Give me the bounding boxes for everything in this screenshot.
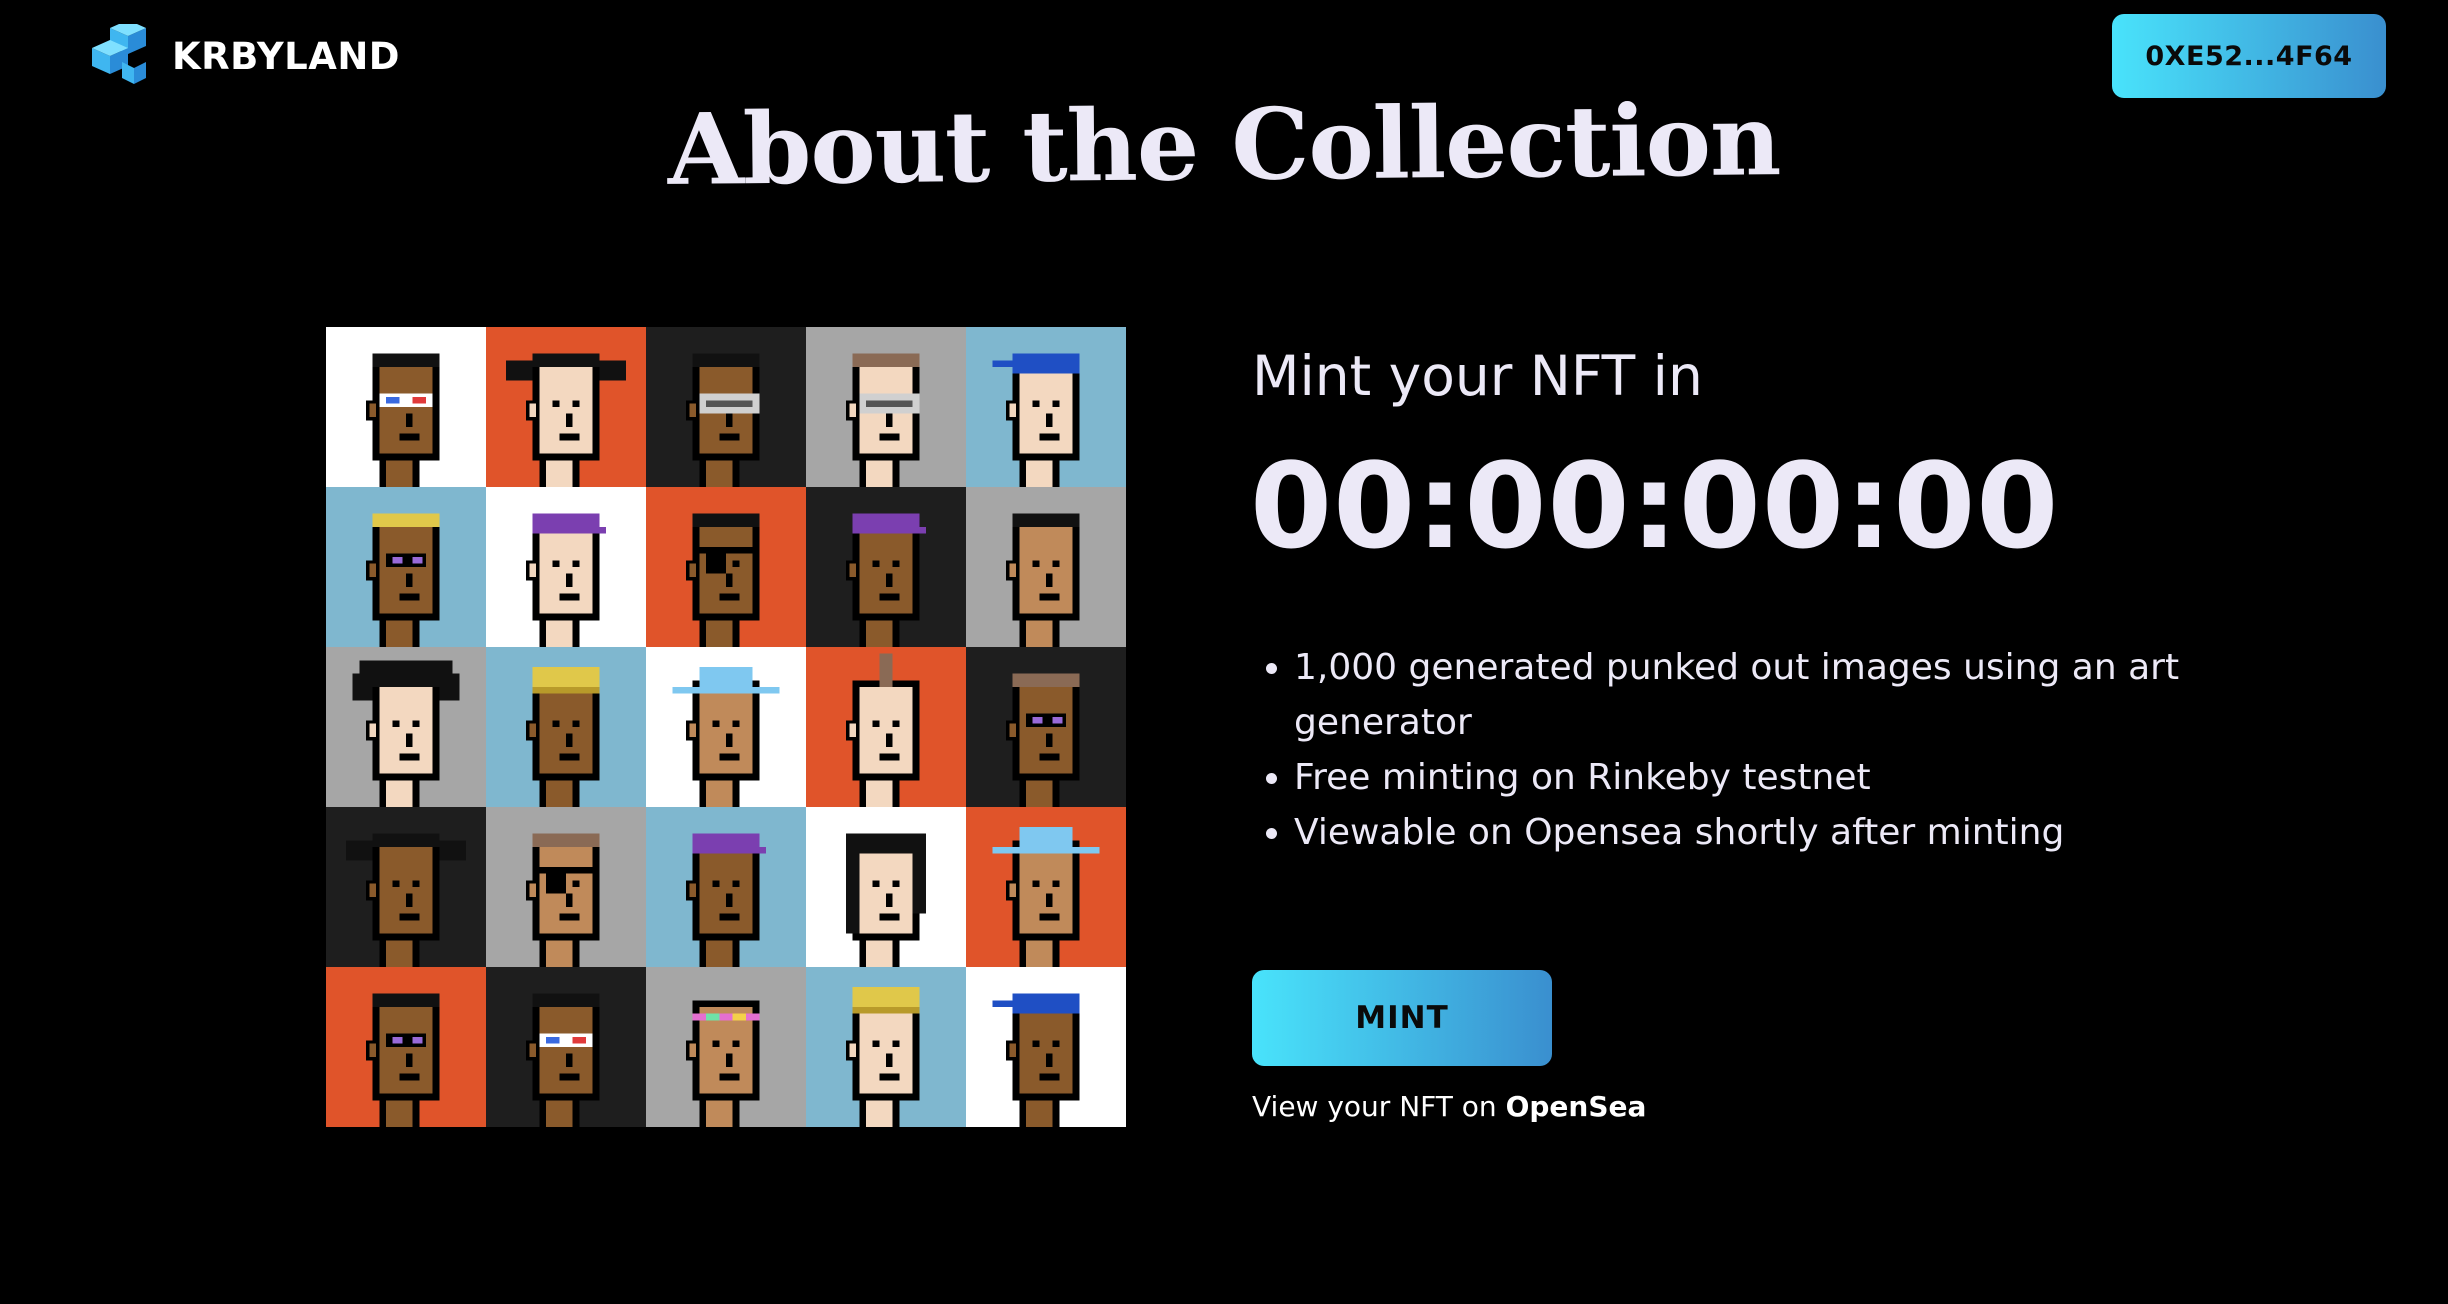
nft-avatar-tile	[646, 967, 806, 1127]
punk-avatar-image	[806, 327, 966, 487]
nft-avatar-tile	[646, 807, 806, 967]
nft-avatar-tile	[966, 967, 1126, 1127]
view-on-opensea: View your NFT on OpenSea	[1252, 1090, 1646, 1123]
punk-avatar-image	[326, 647, 486, 807]
punk-avatar-image	[326, 487, 486, 647]
feature-list: 1,000 generated punked out images using …	[1252, 640, 2214, 860]
feature-item: Free minting on Rinkeby testnet	[1294, 750, 2214, 805]
nft-avatar-tile	[966, 487, 1126, 647]
punk-avatar-image	[486, 807, 646, 967]
cube-logo-icon	[88, 24, 152, 88]
page-title: About the Collection	[667, 83, 1781, 208]
punk-avatar-image	[486, 327, 646, 487]
brand[interactable]: KRBYLAND	[88, 24, 400, 88]
punk-avatar-image	[646, 487, 806, 647]
nft-avatar-tile	[806, 487, 966, 647]
punk-avatar-image	[966, 487, 1126, 647]
nft-avatar-tile	[486, 487, 646, 647]
nft-avatar-tile	[486, 807, 646, 967]
countdown-timer: 00:00:00:00	[1250, 437, 2060, 575]
nft-avatar-tile	[326, 807, 486, 967]
mint-heading: Mint your NFT in	[1252, 344, 1703, 408]
brand-name: KRBYLAND	[172, 34, 401, 78]
nft-avatar-tile	[806, 967, 966, 1127]
nft-avatar-tile	[806, 327, 966, 487]
nft-avatar-tile	[486, 327, 646, 487]
punk-avatar-image	[326, 327, 486, 487]
punk-avatar-image	[486, 487, 646, 647]
mint-button[interactable]: MINT	[1252, 970, 1552, 1066]
punk-avatar-image	[486, 647, 646, 807]
punk-avatar-image	[806, 647, 966, 807]
punk-avatar-image	[486, 967, 646, 1127]
punk-avatar-image	[326, 807, 486, 967]
punk-avatar-image	[966, 807, 1126, 967]
nft-collection-grid	[326, 327, 1126, 1127]
nft-avatar-tile	[326, 647, 486, 807]
punk-avatar-image	[646, 807, 806, 967]
feature-item: Viewable on Opensea shortly after mintin…	[1294, 805, 2214, 860]
nft-avatar-tile	[806, 647, 966, 807]
punk-avatar-image	[646, 647, 806, 807]
opensea-link[interactable]: OpenSea	[1506, 1090, 1647, 1123]
nft-avatar-tile	[326, 487, 486, 647]
view-prefix: View your NFT on	[1252, 1090, 1497, 1123]
nft-avatar-tile	[486, 647, 646, 807]
nft-avatar-tile	[486, 967, 646, 1127]
nft-avatar-tile	[646, 487, 806, 647]
punk-avatar-image	[646, 967, 806, 1127]
punk-avatar-image	[806, 487, 966, 647]
punk-avatar-image	[326, 967, 486, 1127]
nft-avatar-tile	[966, 327, 1126, 487]
nft-avatar-tile	[806, 807, 966, 967]
nft-avatar-tile	[646, 327, 806, 487]
feature-item: 1,000 generated punked out images using …	[1294, 640, 2214, 750]
punk-avatar-image	[966, 967, 1126, 1127]
punk-avatar-image	[806, 967, 966, 1127]
nft-avatar-tile	[646, 647, 806, 807]
nft-avatar-tile	[966, 807, 1126, 967]
punk-avatar-image	[966, 327, 1126, 487]
page: KRBYLAND 0XE52...4F64 About the Collecti…	[0, 0, 2448, 1304]
nft-avatar-tile	[326, 327, 486, 487]
punk-avatar-image	[806, 807, 966, 967]
nft-avatar-tile	[966, 647, 1126, 807]
nft-avatar-tile	[326, 967, 486, 1127]
punk-avatar-image	[646, 327, 806, 487]
punk-avatar-image	[966, 647, 1126, 807]
